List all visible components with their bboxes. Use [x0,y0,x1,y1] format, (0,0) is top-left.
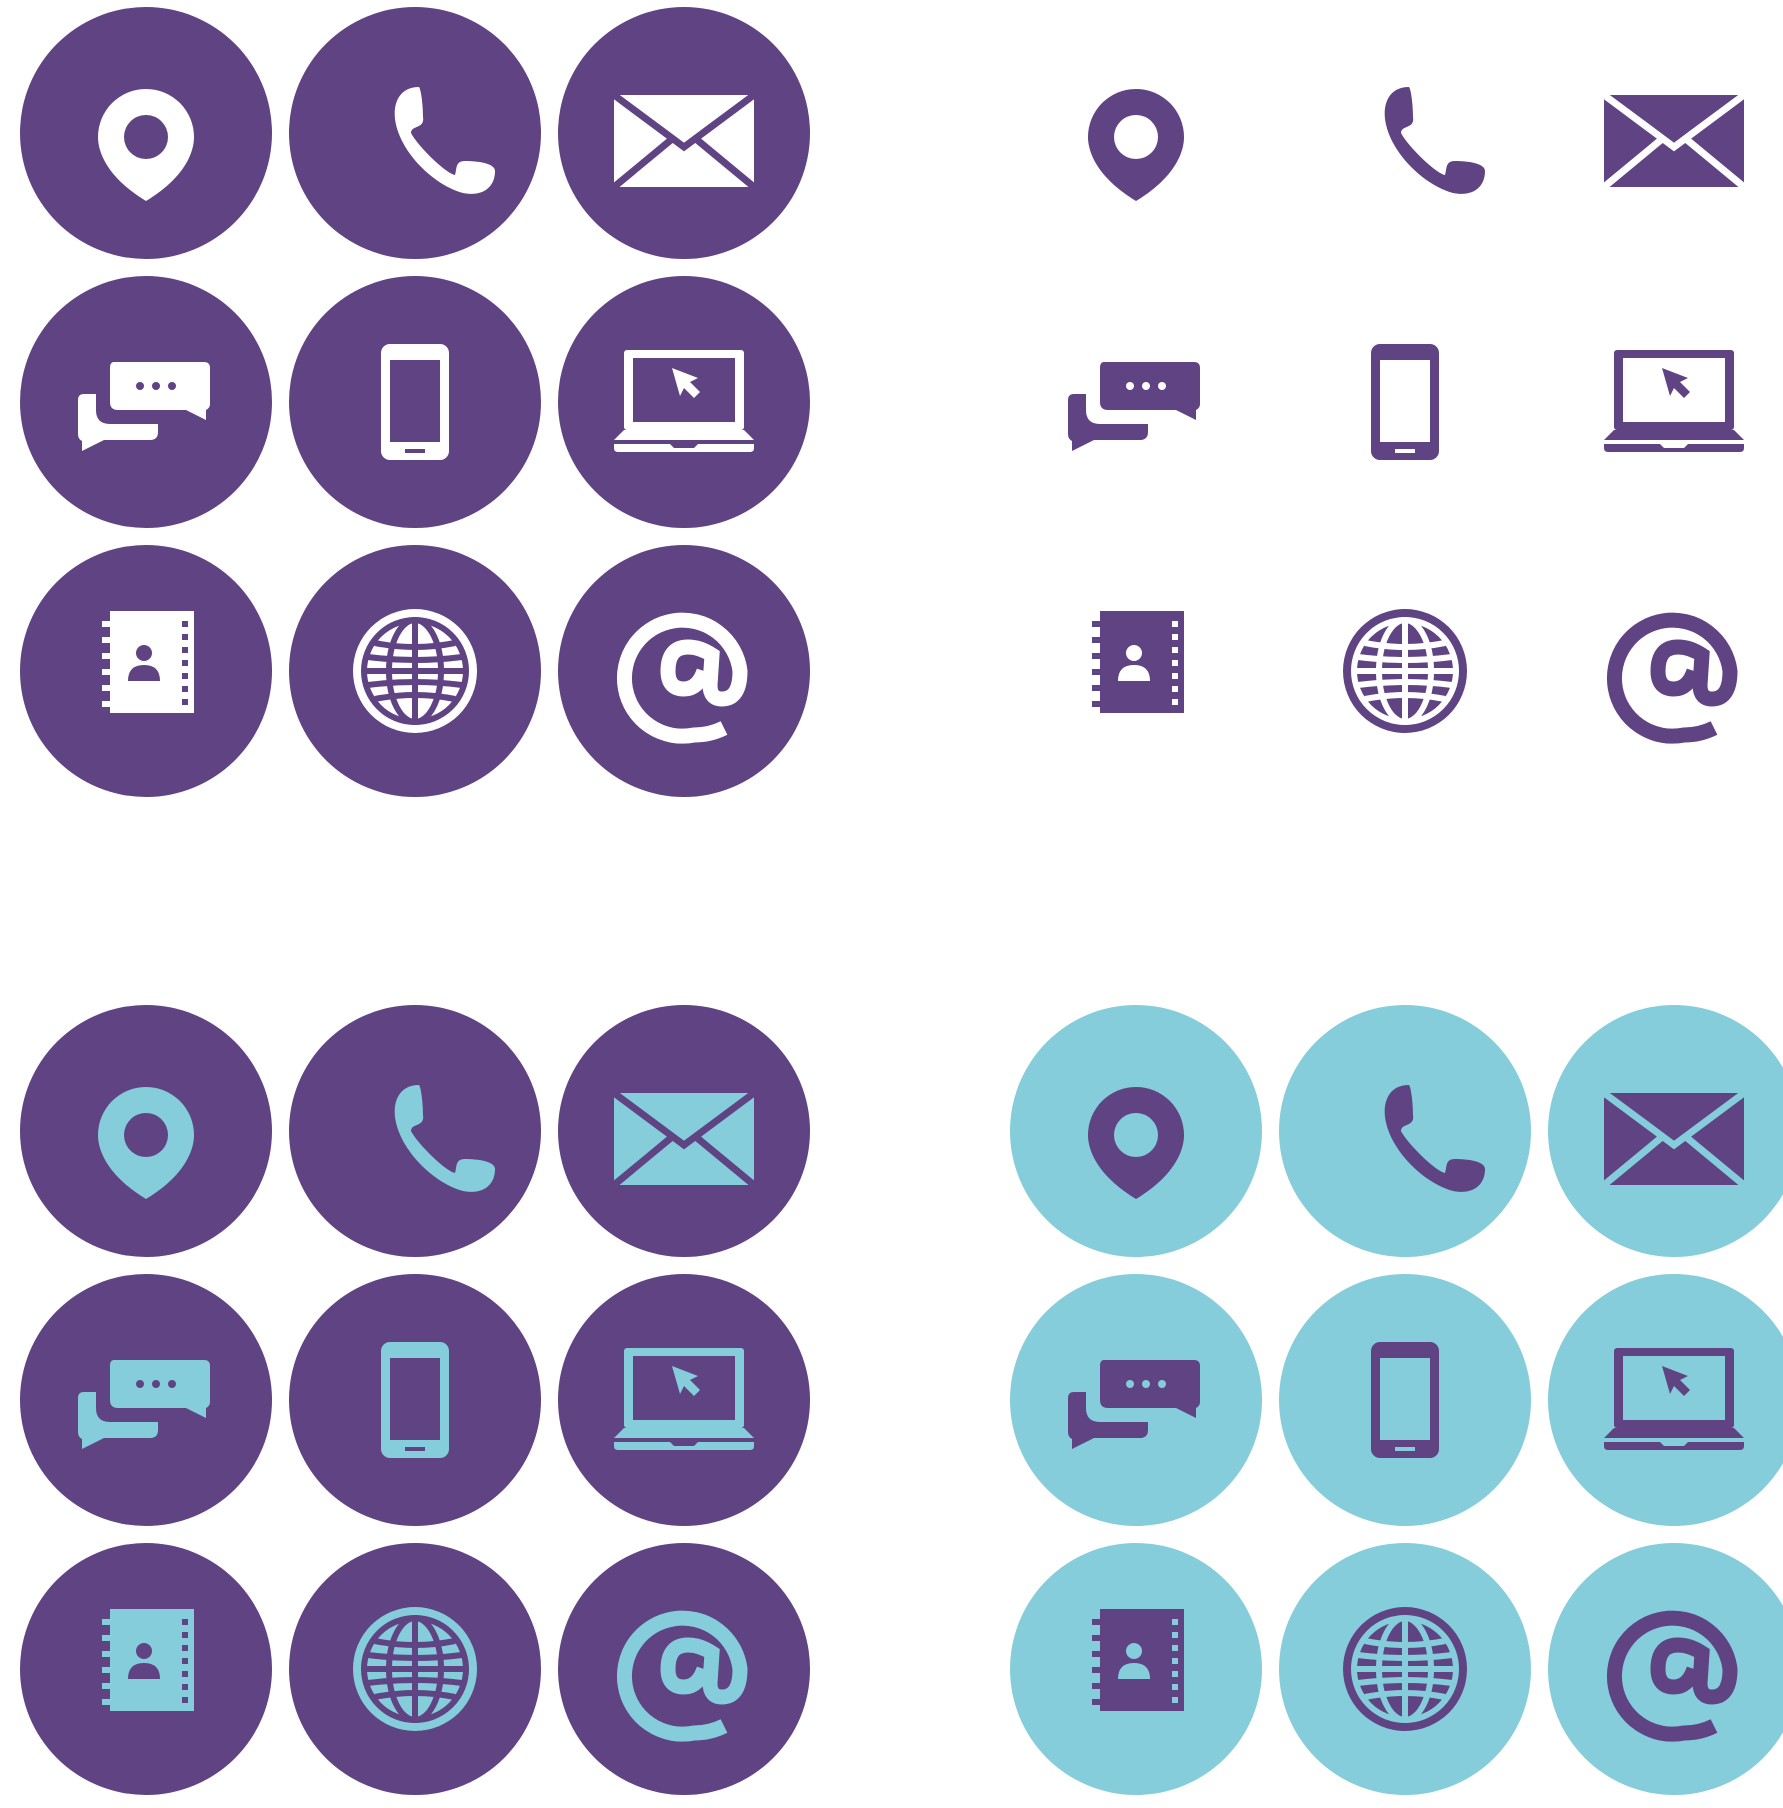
smartphone-icon [381,1342,449,1458]
at-sign-circle [558,1543,810,1795]
smartphone-icon [1371,344,1439,460]
chat-bubbles-circle [20,1274,272,1526]
location-pin-circle [1010,7,1262,259]
phone-circle [289,7,541,259]
smartphone-circle [1279,276,1531,528]
globe-icon [1343,1607,1467,1731]
address-book-circle [20,1543,272,1795]
chat-bubbles-icon [1068,362,1200,451]
address-book-icon [1092,1609,1184,1711]
location-pin-icon [1088,89,1184,201]
icon-set-purple-on-cyan [990,998,1783,1808]
phone-icon [394,1085,495,1192]
globe-circle [1279,545,1531,797]
chat-bubbles-circle [1010,1274,1262,1526]
globe-circle [289,1543,541,1795]
icon-set-purple-no-circle [990,0,1783,810]
location-pin-icon [98,89,194,201]
laptop-cursor-icon [1604,1348,1744,1450]
laptop-cursor-circle [1548,276,1783,528]
envelope-circle [1548,1005,1783,1257]
phone-icon [1384,87,1485,194]
globe-icon [353,609,477,733]
smartphone-icon [381,344,449,460]
at-sign-icon [616,1610,748,1742]
envelope-icon [1601,1090,1747,1188]
envelope-circle [558,7,810,259]
globe-icon [353,1607,477,1731]
address-book-circle [1010,1543,1262,1795]
address-book-icon [102,611,194,713]
phone-icon [1384,1085,1485,1192]
location-pin-circle [20,7,272,259]
globe-circle [289,545,541,797]
chat-bubbles-circle [1010,276,1262,528]
at-sign-circle [1548,1543,1783,1795]
at-sign-icon [616,612,748,744]
at-sign-icon [1606,1610,1738,1742]
icon-set-white-on-purple [0,0,810,810]
laptop-cursor-circle [558,276,810,528]
at-sign-circle [1548,545,1783,797]
at-sign-circle [558,545,810,797]
chat-bubbles-circle [20,276,272,528]
laptop-cursor-icon [614,1348,754,1450]
address-book-icon [1092,611,1184,713]
laptop-cursor-circle [558,1274,810,1526]
smartphone-circle [289,1274,541,1526]
phone-icon [394,87,495,194]
icon-set-cyan-on-purple [0,998,810,1808]
envelope-circle [558,1005,810,1257]
address-book-icon [102,1609,194,1711]
location-pin-icon [1088,1087,1184,1199]
envelope-icon [611,92,757,190]
laptop-cursor-icon [614,350,754,452]
phone-circle [289,1005,541,1257]
location-pin-circle [1010,1005,1262,1257]
at-sign-icon [1606,612,1738,744]
smartphone-circle [1279,1274,1531,1526]
smartphone-circle [289,276,541,528]
laptop-cursor-icon [1604,350,1744,452]
smartphone-icon [1371,1342,1439,1458]
location-pin-circle [20,1005,272,1257]
phone-circle [1279,1005,1531,1257]
envelope-icon [1601,92,1747,190]
envelope-icon [611,1090,757,1188]
globe-circle [1279,1543,1531,1795]
laptop-cursor-circle [1548,1274,1783,1526]
location-pin-icon [98,1087,194,1199]
chat-bubbles-icon [78,362,210,451]
globe-icon [1343,609,1467,733]
chat-bubbles-icon [78,1360,210,1449]
envelope-circle [1548,7,1783,259]
address-book-circle [1010,545,1262,797]
address-book-circle [20,545,272,797]
chat-bubbles-icon [1068,1360,1200,1449]
phone-circle [1279,7,1531,259]
